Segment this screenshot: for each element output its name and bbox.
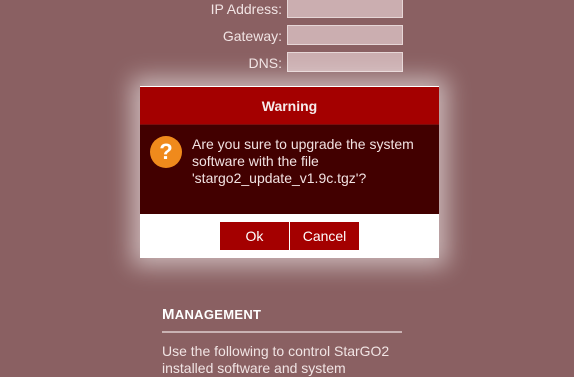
question-icon: ? <box>150 136 182 168</box>
ip-address-label: IP Address: <box>210 1 282 17</box>
management-description: Use the following to control StarGO2 ins… <box>162 343 390 376</box>
ok-button[interactable]: Ok <box>220 222 289 250</box>
ip-address-input[interactable] <box>287 0 403 18</box>
management-heading-rest: ANAGEMENT <box>174 307 262 322</box>
management-heading: MANAGEMENT <box>162 306 261 323</box>
ip-address-row: IP Address: <box>0 0 574 20</box>
cancel-button[interactable]: Cancel <box>290 222 359 250</box>
warning-dialog: Warning ? Are you sure to upgrade the sy… <box>140 86 439 258</box>
dns-label: DNS: <box>248 55 282 71</box>
gateway-row: Gateway: <box>0 25 574 47</box>
dns-input[interactable] <box>287 52 403 72</box>
management-divider <box>162 331 402 333</box>
dialog-message: Are you sure to upgrade the system softw… <box>192 136 414 186</box>
gateway-label: Gateway: <box>222 28 282 44</box>
dns-row: DNS: <box>0 52 574 74</box>
dialog-body: ? Are you sure to upgrade the system sof… <box>140 124 439 214</box>
gateway-input[interactable] <box>287 25 403 45</box>
management-heading-initial: M <box>162 306 175 323</box>
dialog-title: Warning <box>140 86 439 124</box>
